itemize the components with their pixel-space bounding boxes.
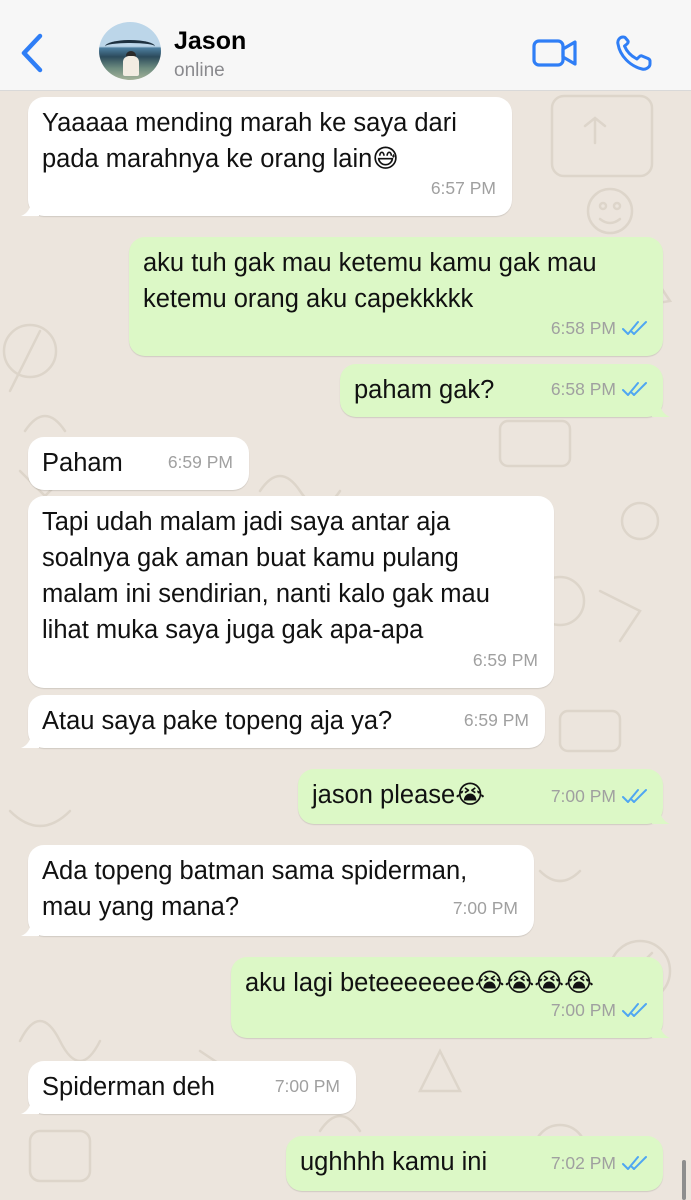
double-check-icon	[622, 321, 647, 335]
message-text: Yaaaaa mending marah ke saya dari pada m…	[42, 109, 457, 173]
message-time: 7:00 PM	[550, 786, 616, 806]
message-text: Tapi udah malam jadi saya antar aja soal…	[42, 508, 490, 644]
message-text: jason please😭	[312, 781, 485, 809]
message-text: aku lagi beteeeeeee😭😭😭😭	[245, 969, 594, 997]
scrollbar[interactable]	[682, 1160, 686, 1200]
message-time: 6:58 PM	[550, 318, 616, 338]
contact-name[interactable]: Jason	[174, 27, 246, 56]
message-bubble-incoming[interactable]: Atau saya pake topeng aja ya? 6:59 PM	[21, 695, 545, 748]
message-bubble-outgoing[interactable]: jason please😭 7:00 PM	[298, 769, 670, 824]
bubble-tail	[21, 200, 39, 216]
bubble-tail	[21, 1098, 39, 1114]
message-text: aku tuh gak mau ketemu kamu gak mau kete…	[143, 249, 597, 313]
message-bubble-incoming[interactable]: Yaaaaa mending marah ke saya dari pada m…	[21, 97, 512, 216]
chat-header: Jason online	[0, 0, 691, 91]
message-time: 6:59 PM	[463, 710, 529, 730]
bubble-tail	[652, 1022, 670, 1038]
message-bubble-outgoing[interactable]: ughhhh kamu ini 7:02 PM	[286, 1136, 663, 1191]
double-check-icon	[622, 1003, 647, 1017]
bubble-tail	[652, 401, 670, 417]
message-bubble-incoming[interactable]: Spiderman deh 7:00 PM	[21, 1061, 356, 1114]
message-text: Atau saya pake topeng aja ya?	[42, 707, 393, 735]
message-time: 6:59 PM	[167, 452, 233, 472]
message-text: paham gak?	[354, 376, 495, 404]
message-bubble-outgoing[interactable]: paham gak? 6:58 PM	[340, 364, 670, 417]
bubble-tail	[21, 920, 39, 936]
double-check-icon	[622, 1156, 647, 1170]
message-text: Paham	[42, 449, 123, 477]
message-list[interactable]: Yaaaaa mending marah ke saya dari pada m…	[0, 91, 691, 1200]
bubble-tail	[652, 808, 670, 824]
double-check-icon	[622, 382, 647, 396]
bubble-tail	[21, 732, 39, 748]
message-bubble-incoming[interactable]: Paham 6:59 PM	[28, 437, 249, 490]
message-text: ughhhh kamu ini	[300, 1148, 488, 1176]
message-time: 7:02 PM	[550, 1153, 616, 1173]
contact-status: online	[174, 60, 225, 81]
message-bubble-outgoing[interactable]: aku tuh gak mau ketemu kamu gak mau kete…	[129, 237, 663, 356]
message-time: 6:57 PM	[430, 178, 496, 198]
message-bubble-incoming[interactable]: Tapi udah malam jadi saya antar aja soal…	[28, 496, 554, 688]
message-bubble-incoming[interactable]: Ada topeng batman sama spiderman, mau ya…	[21, 845, 534, 936]
video-camera-icon[interactable]	[532, 36, 578, 70]
chevron-left-icon[interactable]	[14, 30, 50, 76]
message-time: 7:00 PM	[452, 898, 518, 918]
message-bubble-outgoing[interactable]: aku lagi beteeeeeee😭😭😭😭 7:00 PM	[231, 957, 670, 1038]
message-text: Spiderman deh	[42, 1073, 215, 1101]
message-time: 6:58 PM	[550, 379, 616, 399]
message-time: 6:59 PM	[472, 650, 538, 670]
phone-icon[interactable]	[614, 34, 654, 72]
message-time: 7:00 PM	[550, 1000, 616, 1020]
message-time: 7:00 PM	[274, 1076, 340, 1096]
avatar[interactable]	[99, 22, 161, 80]
message-text: Ada topeng batman sama spiderman, mau ya…	[42, 857, 468, 921]
double-check-icon	[622, 789, 647, 803]
